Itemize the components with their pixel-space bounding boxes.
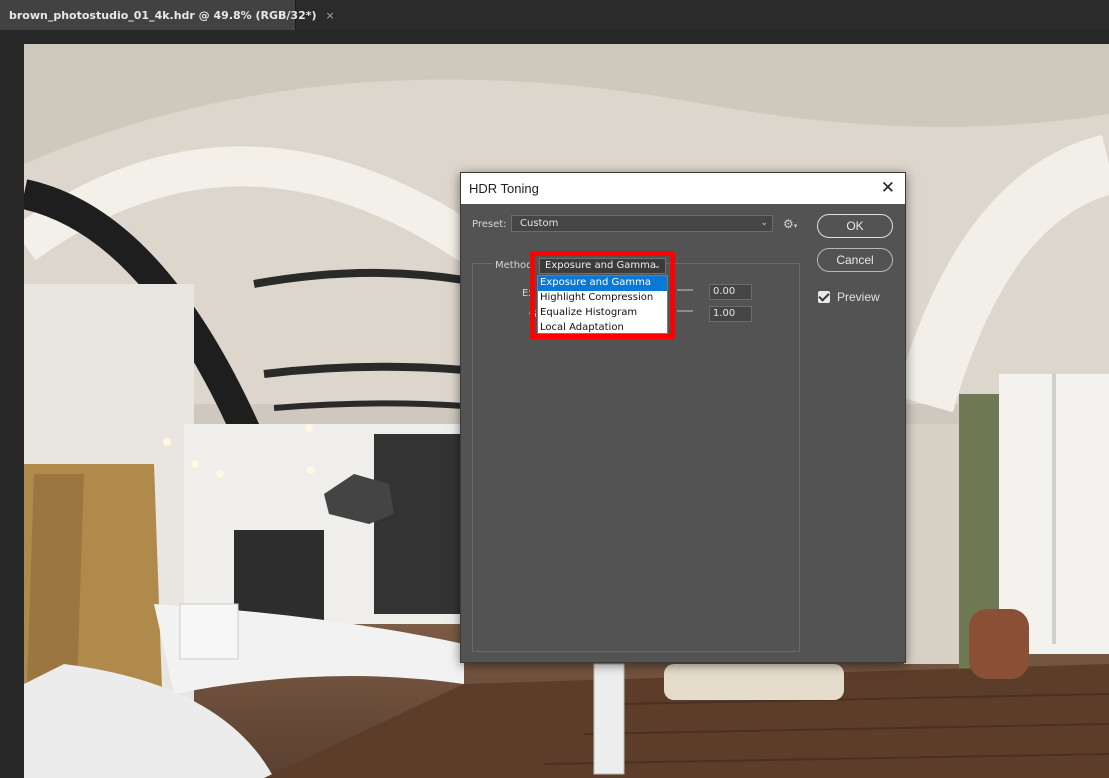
preset-value: Custom xyxy=(520,218,559,229)
method-option-equalize-histogram[interactable]: Equalize Histogram xyxy=(538,306,667,321)
document-tab-title: brown_photostudio_01_4k.hdr @ 49.8% (RGB… xyxy=(9,8,317,22)
chevron-down-icon: ⌄ xyxy=(653,261,661,271)
preview-toggle[interactable]: Preview xyxy=(818,290,880,304)
hdr-toning-dialog: HDR Toning ✕ Preset: Custom ⌄ ⚙▾ OK Canc… xyxy=(460,172,906,663)
document-tab-bar: brown_photostudio_01_4k.hdr @ 49.8% (RGB… xyxy=(0,0,1109,30)
close-icon[interactable]: ✕ xyxy=(881,178,895,198)
preset-label: Preset: xyxy=(472,219,507,230)
canvas-top-gutter xyxy=(0,30,1109,44)
gamma-slider[interactable] xyxy=(677,310,693,312)
chevron-down-icon: ⌄ xyxy=(760,218,768,228)
document-tab[interactable]: brown_photostudio_01_4k.hdr @ 49.8% (RGB… xyxy=(0,0,335,30)
gear-icon[interactable]: ⚙▾ xyxy=(783,217,797,231)
method-value: Exposure and Gamma xyxy=(545,260,656,271)
preview-label: Preview xyxy=(837,290,880,304)
preview-checkbox[interactable] xyxy=(818,291,830,303)
cancel-button[interactable]: Cancel xyxy=(817,248,893,272)
method-option-exposure-and-gamma[interactable]: Exposure and Gamma xyxy=(538,276,667,291)
method-option-local-adaptation[interactable]: Local Adaptation xyxy=(538,321,667,336)
gamma-value-field[interactable]: 1.00 xyxy=(709,306,752,322)
method-dropdown[interactable]: Exposure and Gamma ⌄ xyxy=(539,258,666,274)
method-options-list: Exposure and Gamma Highlight Compression… xyxy=(537,275,668,334)
close-tab-icon[interactable]: × xyxy=(326,9,335,22)
method-option-highlight-compression[interactable]: Highlight Compression xyxy=(538,291,667,306)
preset-dropdown[interactable]: Custom ⌄ xyxy=(511,215,773,232)
dialog-title: HDR Toning xyxy=(469,181,539,196)
exposure-slider[interactable] xyxy=(677,289,693,291)
dialog-titlebar[interactable]: HDR Toning ✕ xyxy=(461,173,905,204)
ok-button[interactable]: OK xyxy=(817,214,893,238)
exposure-value-field[interactable]: 0.00 xyxy=(709,284,752,300)
